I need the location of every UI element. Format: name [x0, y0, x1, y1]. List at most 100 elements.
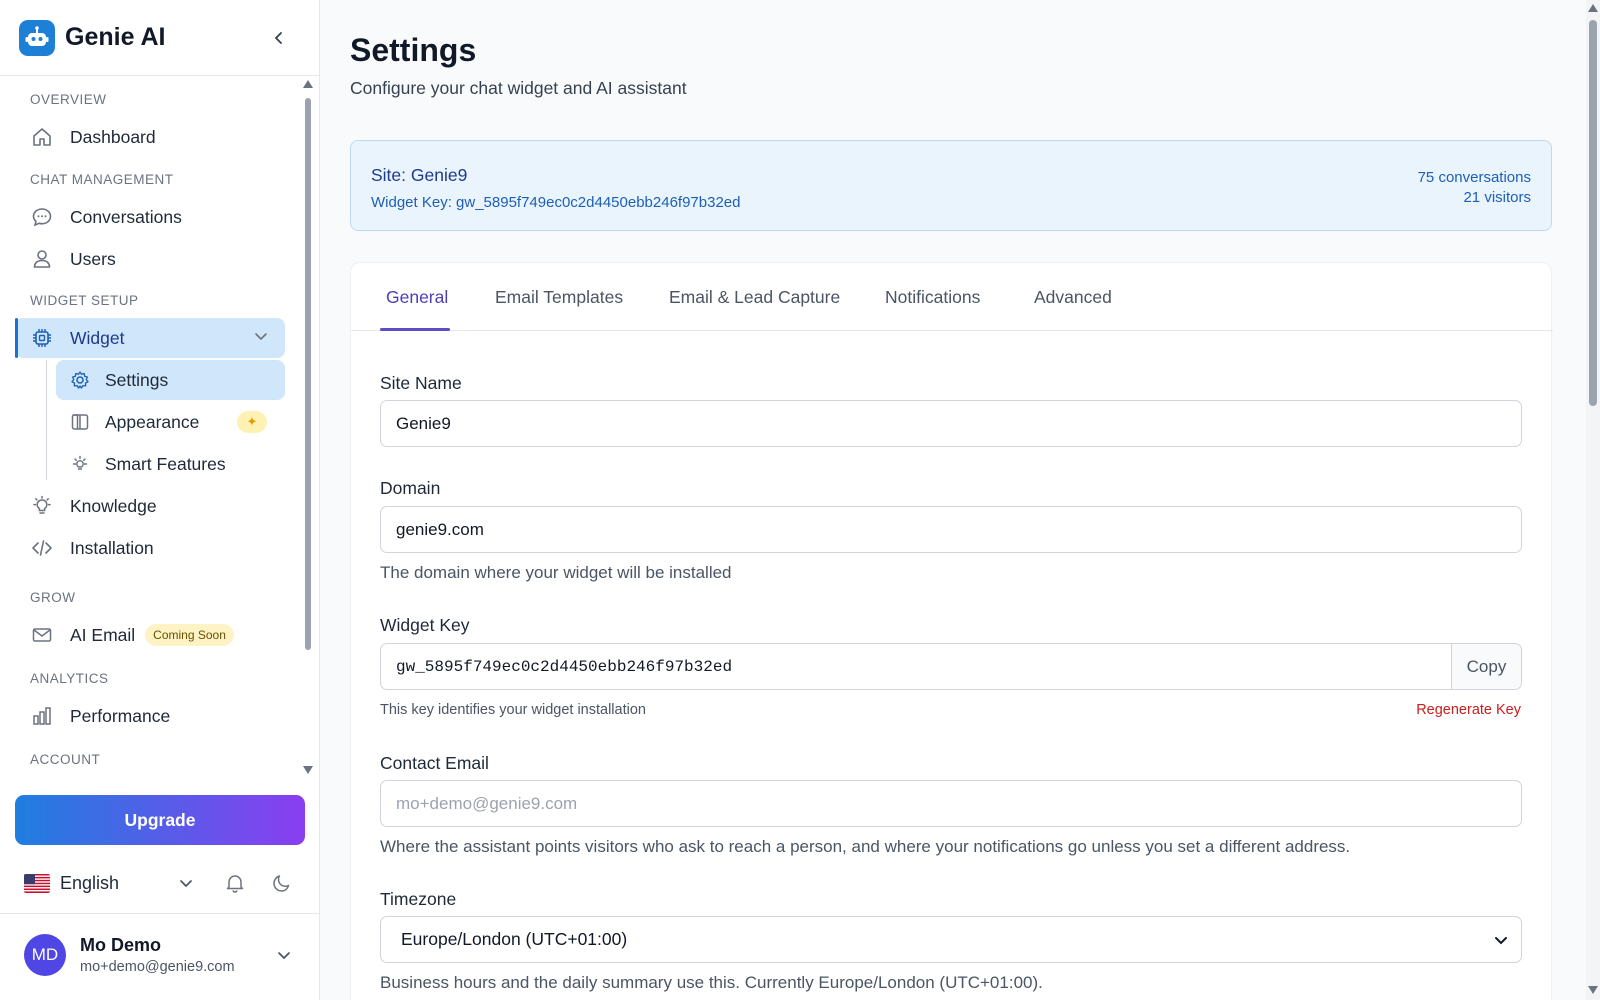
widget-key-input[interactable]: gw_5895f749ec0c2d4450ebb246f97b32ed: [380, 643, 1452, 690]
mail-icon: [30, 623, 54, 647]
sidebar-item-label: Users: [70, 248, 116, 269]
scroll-up-arrow-icon[interactable]: [303, 80, 313, 88]
section-label-grow: GROW: [30, 590, 76, 605]
contact-email-label: Contact Email: [380, 753, 489, 773]
user-name: Mo Demo: [80, 935, 161, 955]
language-row: English: [24, 866, 304, 900]
site-info-card: Site: Genie9 Widget Key: gw_5895f749ec0c…: [350, 140, 1552, 231]
widget-key-label: Widget Key: [380, 615, 470, 635]
sidebar-item-smart-features[interactable]: Smart Features: [56, 444, 285, 484]
sparkle-icon: ✦: [237, 411, 267, 433]
robot-icon: [19, 19, 55, 56]
copy-key-button[interactable]: Copy: [1452, 643, 1522, 690]
visitors-count: 21 visitors: [1463, 189, 1531, 206]
bell-icon: [226, 875, 244, 893]
active-tab-indicator: [380, 328, 450, 331]
settings-panel: General Email Templates Email & Lead Cap…: [350, 262, 1553, 1000]
contact-email-input[interactable]: mo+demo@genie9.com: [380, 780, 1522, 827]
bar-chart-icon: [30, 704, 54, 728]
lightbulb-icon: [69, 453, 91, 475]
site-name-input[interactable]: Genie9: [380, 400, 1522, 447]
collapse-sidebar-button[interactable]: [267, 26, 291, 50]
gear-icon: [69, 369, 91, 391]
sidebar-item-users[interactable]: Users: [15, 239, 285, 279]
tab-general[interactable]: General: [386, 287, 448, 308]
dark-mode-toggle[interactable]: [269, 870, 295, 896]
timezone-selected-value: Europe/London (UTC+01:00): [401, 929, 628, 949]
sidebar-item-installation[interactable]: Installation: [15, 528, 285, 568]
domain-label: Domain: [380, 478, 441, 498]
widget-key-help-text: This key identifies your widget installa…: [380, 702, 646, 718]
sidebar-item-label: Performance: [70, 705, 171, 726]
tab-email-templates[interactable]: Email Templates: [495, 287, 623, 308]
language-label: English: [60, 872, 120, 893]
scroll-down-arrow-icon[interactable]: [303, 766, 313, 774]
brand-name: Genie AI: [65, 23, 166, 51]
chevron-down-icon: [272, 943, 296, 967]
sidebar-item-label: Knowledge: [70, 495, 157, 516]
sidebar-item-label: AI Email: [70, 624, 136, 645]
user-info: Mo Demo mo+demo@genie9.com: [80, 935, 235, 975]
domain-help-text: The domain where your widget will be ins…: [380, 563, 732, 582]
sidebar-item-label: Settings: [105, 369, 169, 390]
upgrade-button[interactable]: Upgrade: [15, 795, 305, 845]
notifications-bell-button[interactable]: [222, 870, 248, 896]
user-email: mo+demo@genie9.com: [80, 959, 235, 975]
settings-tabs: General Email Templates Email & Lead Cap…: [351, 263, 1553, 331]
regenerate-key-link[interactable]: Regenerate Key: [1416, 702, 1521, 718]
avatar: MD: [24, 934, 66, 976]
scroll-up-arrow-icon[interactable]: [1588, 4, 1598, 12]
sidebar-nav: OVERVIEW Dashboard CHAT MANAGEMENT Conve…: [0, 78, 300, 778]
language-dropdown-button[interactable]: [174, 871, 198, 895]
page-subtitle: Configure your chat widget and AI assist…: [350, 78, 687, 98]
scrollbar-thumb[interactable]: [305, 98, 311, 650]
active-indicator: [15, 318, 18, 358]
chat-bubble-icon: [30, 205, 54, 229]
sidebar-item-dashboard[interactable]: Dashboard: [15, 117, 285, 157]
section-label-account: ACCOUNT: [30, 752, 101, 767]
sidebar-item-widget[interactable]: Widget: [15, 318, 285, 358]
sidebar-item-conversations[interactable]: Conversations: [15, 197, 285, 237]
user-menu[interactable]: MD Mo Demo mo+demo@genie9.com: [24, 932, 304, 978]
timezone-help-text: Business hours and the daily summary use…: [380, 973, 1043, 992]
coming-soon-badge: Coming Soon: [145, 624, 234, 646]
chevron-down-icon: [1491, 930, 1511, 950]
chevron-down-icon: [253, 328, 269, 349]
section-label-overview: OVERVIEW: [30, 92, 107, 107]
scroll-down-arrow-icon[interactable]: [1588, 986, 1598, 994]
sidebar-item-label: Dashboard: [70, 126, 156, 147]
timezone-label: Timezone: [380, 889, 457, 909]
site-stats: 75 conversations 21 visitors: [1418, 168, 1531, 208]
section-label-chat-management: CHAT MANAGEMENT: [30, 172, 174, 187]
sidebar: Genie AI OVERVIEW Dashboard CHAT MANAGEM…: [0, 0, 320, 1000]
subnav-tree-line: [46, 360, 47, 480]
domain-input[interactable]: genie9.com: [380, 506, 1522, 553]
lightbulb-icon: [30, 494, 54, 518]
brand-header: Genie AI: [0, 0, 319, 76]
us-flag-icon: [24, 873, 50, 893]
divider: [0, 913, 320, 914]
site-widget-key: Widget Key: gw_5895f749ec0c2d4450ebb246f…: [371, 194, 741, 211]
scrollbar-thumb[interactable]: [1589, 20, 1597, 406]
home-icon: [30, 125, 54, 149]
sidebar-item-appearance[interactable]: Appearance ✦: [56, 402, 285, 442]
chevron-down-icon: [180, 880, 192, 888]
sidebar-item-ai-email[interactable]: AI Email Coming Soon: [15, 615, 285, 655]
tab-advanced[interactable]: Advanced: [1034, 287, 1112, 308]
timezone-select[interactable]: Europe/London (UTC+01:00): [380, 916, 1522, 963]
tab-notifications[interactable]: Notifications: [885, 287, 980, 308]
site-name-label: Site Name: [380, 373, 462, 393]
sidebar-item-settings[interactable]: Settings: [56, 360, 285, 400]
sidebar-scrollbar[interactable]: [302, 78, 314, 778]
moon-icon: [273, 875, 290, 892]
conversations-count: 75 conversations: [1417, 169, 1531, 186]
main-content: Settings Configure your chat widget and …: [320, 0, 1586, 1000]
sidebar-item-knowledge[interactable]: Knowledge: [15, 486, 285, 526]
chevron-left-icon: [274, 32, 282, 44]
sidebar-item-label: Widget: [70, 327, 125, 348]
columns-icon: [69, 411, 91, 433]
tab-email-lead-capture[interactable]: Email & Lead Capture: [669, 287, 840, 308]
section-label-analytics: ANALYTICS: [30, 671, 109, 686]
sidebar-item-performance[interactable]: Performance: [15, 696, 285, 736]
page-scrollbar[interactable]: [1586, 0, 1600, 1000]
